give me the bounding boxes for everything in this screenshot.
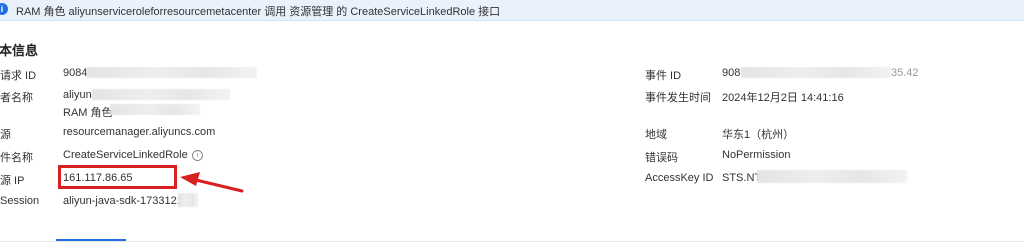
event-id-suffix: 35.42 xyxy=(891,67,919,79)
error-code-value: NoPermission xyxy=(722,149,791,161)
region-label: 地域 xyxy=(645,129,667,141)
redacted-event-id xyxy=(741,67,891,78)
event-id-value: 908 xyxy=(722,67,741,79)
event-id-label: 事件 ID xyxy=(645,70,682,82)
annotation-arrow xyxy=(180,172,244,193)
redacted-accesskey xyxy=(757,170,907,183)
error-code-label: 错误码 xyxy=(645,152,678,164)
event-time-value: 2024年12月2日 14:41:16 xyxy=(722,92,844,104)
event-time-label: 事件发生时间 xyxy=(645,92,711,104)
accesskey-value: STS.NT xyxy=(722,172,762,184)
accesskey-label: AccessKey ID xyxy=(645,172,714,184)
region-value: 华东1（杭州） xyxy=(722,129,795,141)
tab-divider xyxy=(0,241,1024,242)
